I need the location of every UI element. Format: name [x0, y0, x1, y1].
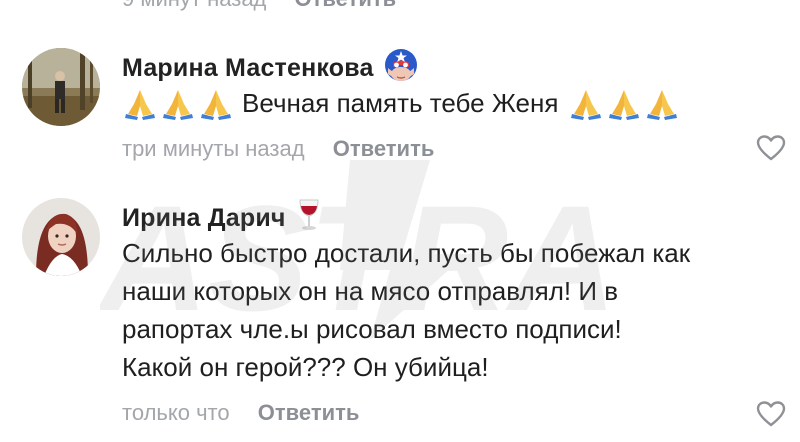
comment-text-line: наши которых он на мясо отправлял! И в [122, 276, 619, 306]
comment-text: Сильно быстро достали, пусть бы побежал … [122, 234, 792, 386]
comment-time: три минуты назад [122, 136, 305, 161]
previous-comment-time: 9 минут назад [122, 0, 266, 11]
comment-item: Марина Мастенкова Вечная память тебе Жен… [0, 40, 800, 180]
heart-outline-icon[interactable] [756, 400, 786, 428]
comment-meta: только что Ответить [122, 400, 359, 426]
captain-america-mask-icon [384, 48, 418, 89]
comment-time: только что [122, 400, 230, 425]
reply-button[interactable]: Ответить [333, 136, 435, 161]
comment-text-body: Вечная память тебе Женя [242, 88, 559, 118]
comment-author-line: Ирина Дарич [122, 198, 322, 239]
reply-button[interactable]: Ответить [258, 400, 360, 425]
folded-hands-icon [568, 86, 682, 120]
comment-author[interactable]: Марина Мастенкова [122, 54, 374, 83]
comment-text: Вечная память тебе Женя [122, 84, 792, 122]
avatar[interactable] [22, 198, 100, 276]
comment-text-line: рапортах чле.ы рисовал вместо подписи! [122, 314, 622, 344]
comment-meta: три минуты назад Ответить [122, 136, 434, 162]
heart-outline-icon[interactable] [756, 134, 786, 162]
previous-reply-button[interactable]: Ответить [295, 0, 397, 11]
avatar[interactable] [22, 48, 100, 126]
wine-glass-icon [296, 198, 322, 239]
previous-comment-meta: 9 минут назад Ответить [122, 0, 396, 12]
comment-author[interactable]: Ирина Дарич [122, 204, 286, 233]
comment-item: Ирина Дарич Сильно быстро достали, пусть… [0, 188, 800, 438]
comment-author-line: Марина Мастенкова [122, 48, 418, 89]
comment-text-line: Сильно быстро достали, пусть бы побежал … [122, 238, 691, 268]
comment-text-line: Какой он герой??? Он убийца! [122, 352, 489, 382]
folded-hands-icon [122, 86, 236, 120]
